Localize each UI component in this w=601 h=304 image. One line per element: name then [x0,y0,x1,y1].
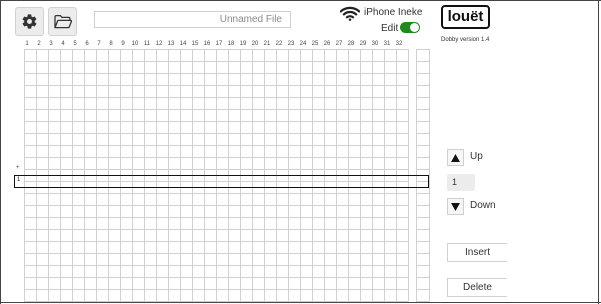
column-number: 12 [155,41,163,47]
column-number: 29 [359,41,367,47]
column-number: 15 [191,41,199,47]
column-number: 28 [347,41,355,47]
column-number: 19 [239,41,247,47]
frame-left-border [0,0,1,304]
version-label: Dobby version 1.4 [441,37,490,43]
toggle-knob [410,23,419,32]
insert-button[interactable]: Insert [447,243,507,262]
column-number: 14 [179,41,187,47]
column-number: 21 [263,41,271,47]
column-number: 9 [121,41,125,47]
column-number: 1 [25,41,29,47]
column-number: 31 [383,41,391,47]
filename-field[interactable]: Unnamed File [94,11,291,28]
edit-toggle[interactable] [400,22,420,33]
triangle-down-icon [451,202,460,211]
up-arrow-box [447,149,464,166]
column-number: 25 [311,41,319,47]
add-row-marker[interactable]: + [16,165,20,171]
column-number: 27 [335,41,343,47]
column-number: 4 [61,41,65,47]
frame-top-border [0,0,601,1]
louet-logo: louët [441,5,490,29]
gear-icon [22,14,37,29]
up-label: Up [470,151,483,162]
column-number: 18 [227,41,235,47]
column-number: 10 [131,41,139,47]
current-row-label: 1 [17,177,21,183]
column-number: 30 [371,41,379,47]
down-label: Down [470,200,496,211]
column-number: 7 [97,41,101,47]
folder-open-icon [53,14,72,28]
column-number: 32 [395,41,403,47]
column-number: 13 [167,41,175,47]
triangle-up-icon [451,153,460,162]
column-number: 5 [73,41,77,47]
delete-button[interactable]: Delete [447,278,507,297]
column-number: 3 [49,41,53,47]
column-number: 20 [251,41,259,47]
edit-label: Edit [381,23,399,34]
column-number: 2 [37,41,41,47]
frame-right-border [598,0,599,304]
row-index-field[interactable]: 1 [447,174,475,191]
settings-button[interactable] [15,7,44,36]
column-number: 23 [287,41,295,47]
current-row[interactable]: 1 [14,175,429,188]
column-number: 11 [143,41,151,47]
column-number: 17 [215,41,223,47]
column-number: 16 [203,41,211,47]
wifi-icon [339,6,361,26]
open-file-button[interactable] [48,7,77,36]
down-arrow-box [447,198,464,215]
column-number: 22 [275,41,283,47]
column-number: 6 [85,41,89,47]
column-number: 24 [299,41,307,47]
column-number: 8 [109,41,113,47]
column-number: 26 [323,41,331,47]
device-name: iPhone Ineke [364,7,423,18]
